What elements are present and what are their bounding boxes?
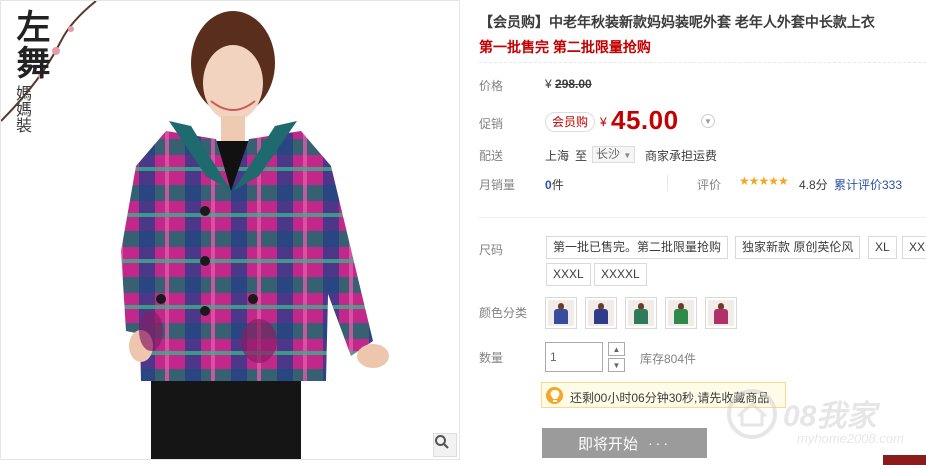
promo-currency: ¥ (600, 115, 607, 129)
watermark-brand: 08我家 (783, 400, 877, 433)
price-label: 价格 (479, 79, 504, 93)
stock-count: 库存804件 (640, 352, 697, 366)
divider (479, 62, 926, 63)
color-swatch-thumbnail (628, 300, 654, 326)
shipping-fee-note: 商家承担运费 (645, 149, 718, 163)
color-swatch[interactable] (665, 297, 697, 329)
size-option[interactable]: XL (868, 236, 897, 259)
monthly-sales-unit: 件 (551, 178, 564, 192)
size-option[interactable]: 第一批已售完。第二批限量抢购 (546, 236, 729, 259)
original-price-currency: ¥ (545, 77, 552, 91)
destination-city-select[interactable]: 长沙 ▼ (592, 146, 636, 163)
quantity-decrease-button[interactable]: ▼ (608, 358, 625, 372)
shipping-label: 配送 (479, 149, 504, 163)
ship-to-word: 至 (575, 149, 588, 163)
ship-from-city: 上海 (545, 149, 570, 163)
quantity-input[interactable] (545, 342, 603, 372)
divider (479, 217, 926, 218)
brand-logo-large-text: 左舞 (10, 9, 50, 81)
original-price-value: 298.00 (555, 77, 592, 91)
color-swatch-thumbnail (548, 300, 574, 326)
color-swatch-thumbnail (708, 300, 734, 326)
size-option[interactable]: 独家新款 原创英伦风 (735, 236, 861, 259)
coming-soon-button[interactable]: 即将开始 ··· (542, 428, 707, 458)
site-watermark: 08我家 myhome2008.com (723, 389, 923, 449)
chevron-down-icon[interactable]: ▼ (701, 114, 715, 128)
monthly-sales-count: 0 (545, 178, 552, 192)
product-main-image[interactable]: 左舞 媽媽裝 (0, 0, 460, 460)
divider (667, 175, 668, 191)
quantity-increase-button[interactable]: ▲ (608, 342, 625, 356)
rating-label: 评价 (697, 178, 722, 192)
caret-down-icon: ▼ (623, 151, 632, 160)
brand-logo: 左舞 (10, 9, 50, 81)
corner-accent (883, 455, 926, 465)
coming-soon-label: 即将开始 (577, 435, 638, 453)
color-swatch[interactable] (625, 297, 657, 329)
zoom-button[interactable] (433, 433, 457, 457)
review-count-link[interactable]: 累计评价333 (834, 176, 902, 193)
promo-price: 45.00 (611, 105, 679, 135)
destination-city-value: 长沙 (596, 147, 621, 161)
color-swatch-thumbnail (588, 300, 614, 326)
color-swatch[interactable] (705, 297, 737, 329)
coming-soon-dots: ··· (648, 435, 671, 451)
monthly-sales-label: 月销量 (479, 178, 516, 192)
rating-stars: ★★★★★ (739, 174, 789, 188)
brand-logo-small-text: 媽媽裝 (13, 85, 30, 133)
house-logo-icon (727, 389, 777, 439)
product-subtitle: 第一批售完 第二批限量抢购 (479, 39, 651, 55)
quantity-label: 数量 (479, 351, 504, 365)
product-photo (1, 1, 389, 459)
lightbulb-icon (546, 387, 563, 404)
member-promo-badge: 会员购 (545, 112, 596, 132)
color-label: 颜色分类 (479, 306, 528, 320)
size-option[interactable]: XXXL (546, 263, 591, 286)
size-option[interactable]: XXL (902, 236, 926, 259)
size-label: 尺码 (479, 243, 504, 257)
color-swatch[interactable] (585, 297, 617, 329)
product-title: 【会员购】中老年秋装新款妈妈装呢外套 老年人外套中长款上衣 (479, 14, 875, 30)
color-swatch-thumbnail (668, 300, 694, 326)
watermark-url: myhome2008.com (797, 431, 904, 446)
color-swatch[interactable] (545, 297, 577, 329)
magnifier-icon (435, 435, 449, 449)
promo-label: 促销 (479, 117, 504, 131)
monthly-sales: 0件 (545, 176, 564, 193)
size-option[interactable]: XXXXL (594, 263, 647, 286)
rating-score: 4.8分 (799, 178, 828, 192)
original-price: ¥ 298.00 (545, 77, 592, 91)
